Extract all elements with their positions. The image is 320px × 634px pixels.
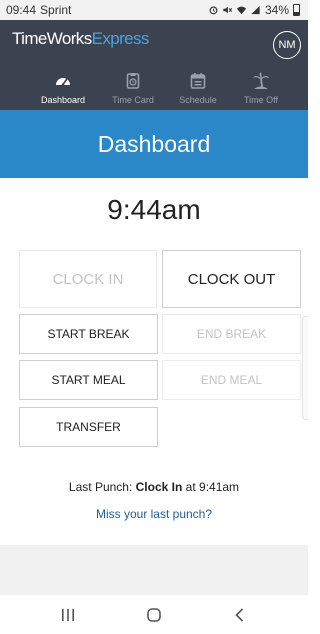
transfer-button[interactable]: TRANSFER [19,407,158,447]
status-right: 34% [208,3,300,17]
nav-item-dashboard[interactable]: Dashboard [28,70,98,110]
logo-accent: Express [91,29,150,48]
end-break-button: END BREAK [162,314,301,354]
last-punch-label: Last Punch: [68,480,133,494]
nav-label-time-card: Time Card [112,95,154,105]
clock-in-button: CLOCK IN [19,250,157,308]
back-button[interactable] [228,603,252,627]
clock-out-button[interactable]: CLOCK OUT [162,250,301,308]
recents-button[interactable] [56,603,80,627]
user-avatar[interactable]: NM [273,31,301,59]
nav-item-schedule[interactable]: Schedule [163,70,233,110]
dashboard-gauge-icon [56,78,70,86]
nav-label-schedule: Schedule [179,95,217,105]
status-bar: 09:44 Sprint 34% [0,0,308,20]
recents-icon [62,609,74,621]
end-meal-button: END MEAL [162,360,301,400]
last-punch-at: at [185,480,196,494]
status-left: 09:44 Sprint [6,3,71,17]
page-title-bar: Dashboard [0,110,308,178]
signal-icon [251,5,260,15]
app-header: TimeWorksExpress NM Dashboard Time Card [0,20,308,110]
page-footer [0,545,308,595]
current-time: 9:44am [107,194,201,225]
wifi-icon [236,6,247,15]
calendar-icon [190,73,206,89]
status-icons [208,5,261,15]
app-logo[interactable]: TimeWorksExpress [12,29,149,49]
alarm-icon [209,6,218,15]
android-nav-bar [0,595,308,634]
last-punch-info: Last Punch: Clock In at 9:41am [0,480,308,494]
last-punch-time: 9:41am [199,480,240,494]
nav-label-time-off: Time Off [243,95,278,105]
start-meal-button[interactable]: START MEAL [19,360,158,400]
mute-icon [223,6,233,14]
page-title: Dashboard [97,130,211,157]
back-icon [235,608,244,622]
nav-item-time-card[interactable]: Time Card [98,70,168,110]
edge-panel-handle[interactable] [302,316,308,420]
battery-icon [293,4,300,16]
home-button[interactable] [142,603,166,627]
status-time: 09:44 [6,3,37,17]
status-carrier: Sprint [40,3,72,17]
main-nav: Dashboard Time Card Schedule Time Off [0,70,308,110]
palm-tree-icon [253,72,269,89]
home-icon [147,608,161,622]
logo-primary: TimeWorks [12,29,92,48]
battery-percent: 34% [264,3,289,17]
nav-label-dashboard: Dashboard [40,95,86,105]
last-punch-type: Clock In [135,480,183,494]
nav-item-time-off[interactable]: Time Off [226,70,296,110]
start-break-button[interactable]: START BREAK [19,314,158,354]
time-card-icon [126,73,140,89]
missed-punch-link[interactable]: Miss your last punch? [0,507,308,521]
